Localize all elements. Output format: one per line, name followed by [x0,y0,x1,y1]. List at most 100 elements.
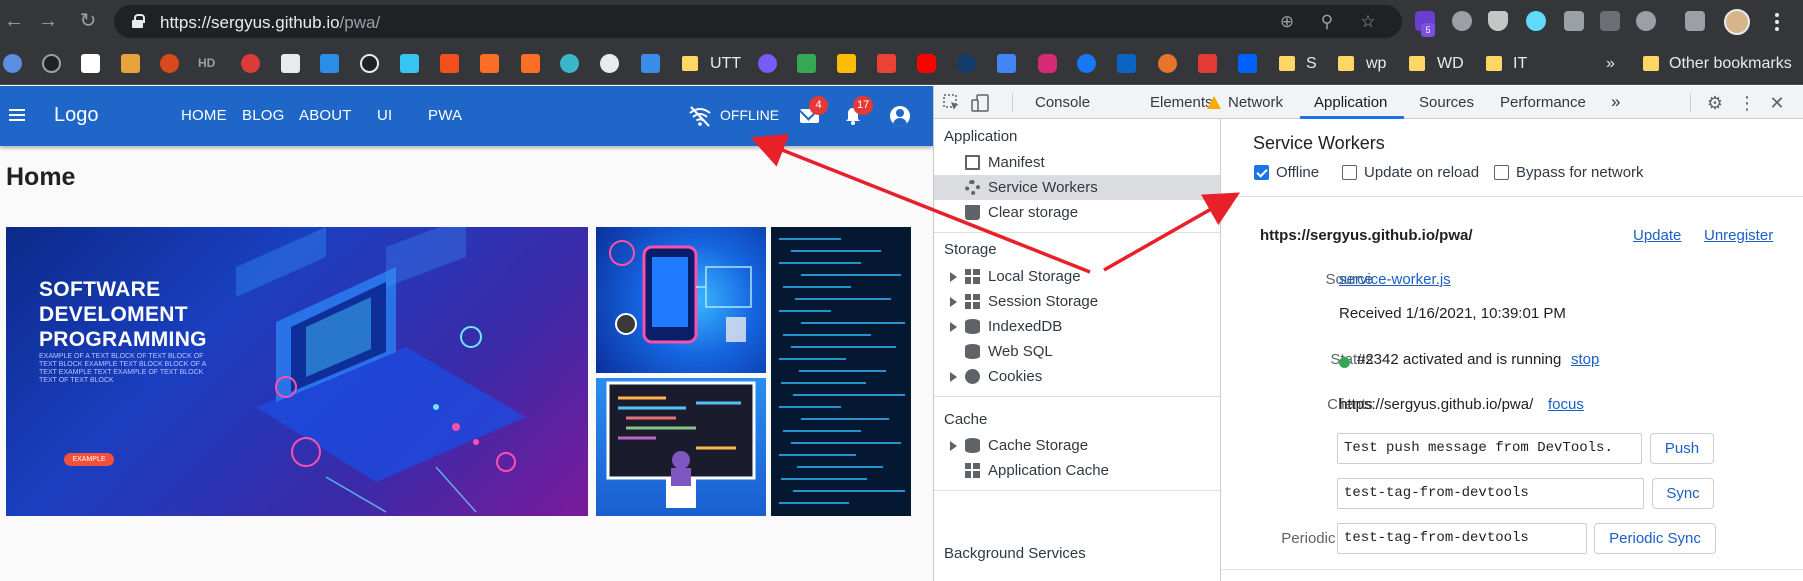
github-icon[interactable] [42,54,61,73]
bookmark-favicon[interactable] [1198,54,1217,73]
bookmark-folder-utt[interactable]: UTT [710,55,741,73]
shield-extension-icon[interactable] [1488,11,1508,31]
update-on-reload-checkbox[interactable] [1342,165,1357,180]
puzzle-extensions-icon[interactable] [1685,11,1705,31]
bookmark-favicon[interactable] [360,54,379,73]
gitlab-icon[interactable] [480,54,499,73]
bookmark-favicon[interactable] [160,54,179,73]
wordpress-icon[interactable] [600,54,619,73]
sidebar-item-web-sql[interactable]: Web SQL [934,339,1220,364]
back-icon[interactable]: ← [3,10,25,32]
folder-icon[interactable] [1409,56,1425,71]
react-devtools-icon[interactable] [1526,11,1546,31]
extension-icon-2[interactable] [1452,11,1472,31]
bookmark-star-icon[interactable]: ☆ [1358,12,1378,32]
tab-elements[interactable]: Elements [1150,94,1213,111]
sidebar-item-cookies[interactable]: Cookies [934,364,1220,389]
bookmark-favicon[interactable] [121,54,140,73]
bypass-for-network-checkbox[interactable] [1494,165,1509,180]
vue-extension-icon[interactable] [1564,11,1584,31]
folder-icon[interactable] [1486,56,1502,71]
menu-icon[interactable] [9,109,25,122]
folder-icon[interactable] [1338,56,1354,71]
address-bar[interactable]: https://sergyus.github.io/pwa/ ⊕ ⚲ ☆ [114,5,1402,38]
bookmark-favicon[interactable] [560,54,579,73]
bookmark-folder-s[interactable]: S [1306,55,1317,73]
youtube-icon[interactable] [917,54,936,73]
tab-network[interactable]: Network [1228,94,1283,111]
offline-checkbox-label[interactable]: Offline [1276,164,1319,181]
sidebar-item-cache-storage[interactable]: Cache Storage [934,433,1220,458]
nav-blog[interactable]: BLOG [242,107,284,124]
facebook-icon[interactable] [1077,54,1096,73]
nav-ui[interactable]: UI [377,107,392,124]
sidebar-item-session-storage[interactable]: Session Storage [934,289,1220,314]
focus-link[interactable]: focus [1548,396,1584,413]
other-bookmarks[interactable]: Other bookmarks [1669,55,1792,73]
bookmark-favicon[interactable] [320,54,339,73]
bookmark-favicon[interactable] [1158,54,1177,73]
sidebar-item-manifest[interactable]: Manifest [934,150,1220,175]
bookmark-folder-it[interactable]: IT [1513,55,1527,73]
figma-icon[interactable] [440,54,459,73]
sync-button[interactable]: Sync [1652,478,1714,509]
tab-application[interactable]: Application [1314,94,1387,111]
stop-link[interactable]: stop [1571,351,1599,368]
close-devtools-icon[interactable]: ✕ [1768,94,1786,112]
update-link[interactable]: Update [1633,227,1681,244]
nav-about[interactable]: ABOUT [299,107,352,124]
bookmark-folder-wd[interactable]: WD [1437,55,1464,73]
hd-icon[interactable]: HD [198,54,217,73]
expand-arrow-icon[interactable] [950,272,957,282]
account-icon[interactable] [890,106,910,126]
google-drive-icon[interactable] [837,54,856,73]
expand-arrow-icon[interactable] [950,441,957,451]
install-app-icon[interactable]: ⊕ [1277,12,1297,32]
folder-icon[interactable] [682,56,698,71]
sidebar-item-application-cache[interactable]: Application Cache [934,458,1220,483]
extension-icon-7[interactable] [1636,11,1656,31]
sidebar-item-local-storage[interactable]: Local Storage [934,264,1220,289]
offline-checkbox[interactable] [1254,165,1269,180]
periodic-sync-button[interactable]: Periodic Sync [1594,523,1716,554]
tab-console[interactable]: Console [1035,94,1090,111]
address-url[interactable]: https://sergyus.github.io/pwa/ [160,13,380,33]
bypass-for-network-label[interactable]: Bypass for network [1516,164,1644,181]
instagram-icon[interactable] [1038,54,1057,73]
bookmark-favicon[interactable] [758,54,777,73]
google-translate-icon[interactable] [997,54,1016,73]
profile-avatar[interactable] [1724,9,1750,35]
reload-icon[interactable]: ↻ [77,10,99,32]
lock-icon[interactable] [132,14,145,28]
devtools-menu-icon[interactable]: ⋮ [1738,94,1756,112]
bookmark-favicon[interactable] [241,54,260,73]
bookmarks-overflow-button[interactable]: » [1606,55,1615,73]
folder-icon[interactable] [1643,56,1659,71]
sidebar-item-indexeddb[interactable]: IndexedDB [934,314,1220,339]
push-button[interactable]: Push [1650,433,1714,464]
periodic-sync-tag-input[interactable]: test-tag-from-devtools [1337,523,1587,554]
browser-menu-icon[interactable] [1774,11,1780,33]
bookmark-favicon[interactable] [641,54,660,73]
bookmark-favicon[interactable] [281,54,300,73]
gitlab-icon[interactable] [521,54,540,73]
extension-icon-6[interactable] [1600,11,1620,31]
update-on-reload-label[interactable]: Update on reload [1364,164,1479,181]
nav-pwa[interactable]: PWA [428,107,462,124]
forward-icon[interactable]: → [37,10,59,32]
device-toolbar-icon[interactable] [971,94,989,112]
sidebar-item-service-workers[interactable]: Service Workers [934,175,1220,200]
bookmark-favicon[interactable] [957,54,976,73]
logo[interactable]: Logo [54,104,99,127]
slack-icon[interactable] [400,54,419,73]
dropbox-icon[interactable] [1238,54,1257,73]
unregister-link[interactable]: Unregister [1704,227,1773,244]
zoom-icon[interactable]: ⚲ [1317,12,1337,32]
bookmark-favicon[interactable] [3,54,22,73]
linkedin-icon[interactable] [1117,54,1136,73]
gmail-icon[interactable] [877,54,896,73]
tab-sources[interactable]: Sources [1419,94,1474,111]
more-tabs-button[interactable]: » [1611,92,1620,112]
nav-home[interactable]: HOME [181,107,227,124]
folder-icon[interactable] [1279,56,1295,71]
